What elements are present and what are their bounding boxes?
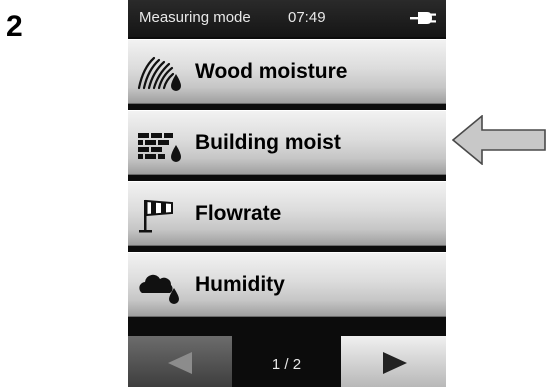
previous-page-button[interactable]	[128, 336, 232, 387]
cloud-drop-icon	[139, 274, 179, 304]
menu-item-building-moist[interactable]: Building moist	[128, 110, 446, 175]
menu-item-humidity[interactable]: Humidity	[128, 252, 446, 317]
step-number: 2	[6, 10, 23, 43]
building-moisture-icon	[138, 133, 181, 162]
menu-item-label: Wood moisture	[195, 60, 348, 83]
pointer-arrow-icon	[452, 115, 546, 165]
menu-item-flowrate[interactable]: Flowrate	[128, 181, 446, 246]
menu-item-label: Humidity	[195, 273, 285, 296]
page-indicator: 1 / 2	[271, 356, 302, 373]
pager: 1 / 2	[128, 336, 446, 387]
menu-item-label: Building moist	[195, 131, 341, 154]
menu-item-label: Flowrate	[195, 202, 282, 225]
menu-item-wood-moisture[interactable]: Wood moisture	[128, 39, 446, 104]
windsock-icon	[139, 199, 173, 233]
status-title: Measuring mode	[139, 9, 251, 26]
status-time: 07:49	[288, 9, 326, 26]
arrow-right-icon	[383, 352, 407, 374]
arrow-left-icon	[168, 352, 192, 374]
next-page-button[interactable]	[341, 336, 446, 387]
status-bar: Measuring mode 07:49	[128, 0, 446, 37]
wood-moisture-icon	[137, 56, 181, 91]
device-screen: Measuring mode 07:49 Wood moisture Build…	[128, 0, 446, 387]
plug-icon	[410, 12, 436, 24]
